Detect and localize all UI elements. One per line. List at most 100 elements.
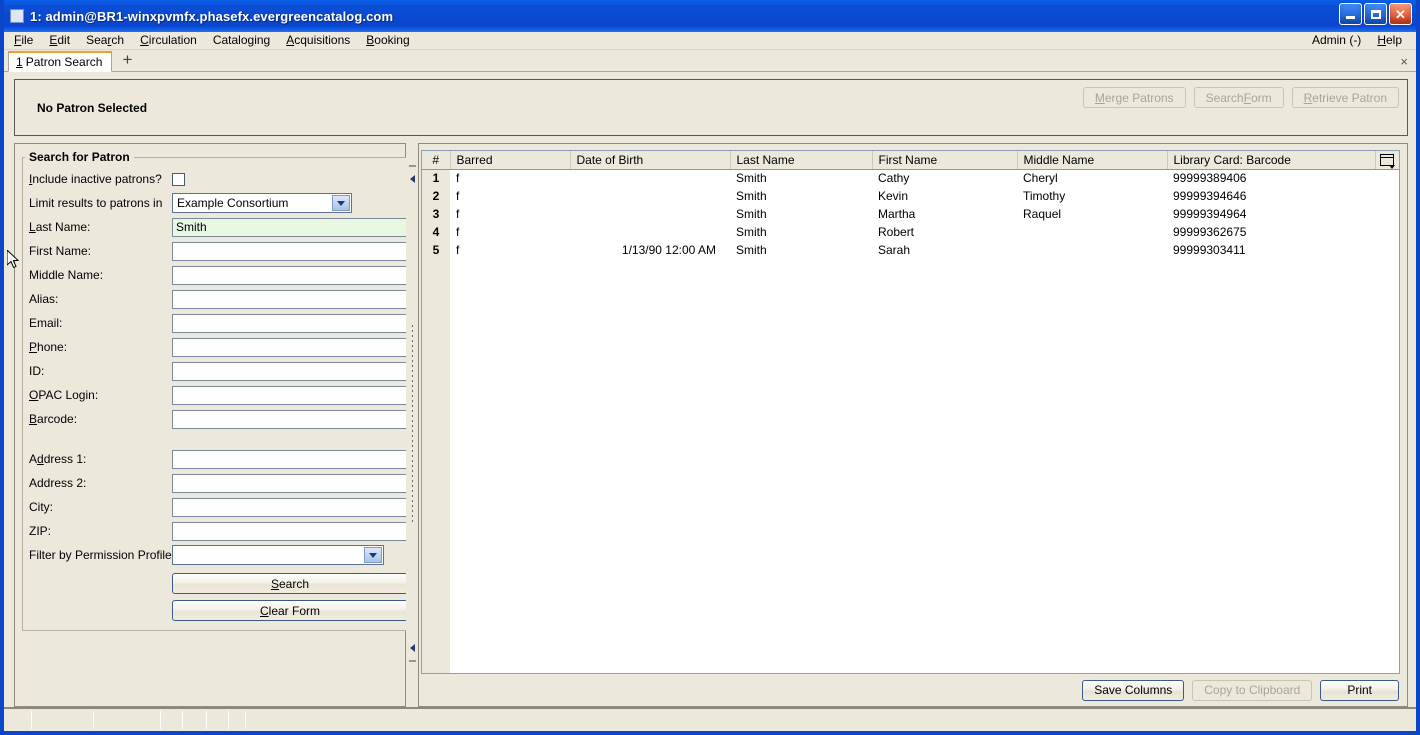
results-table: # Barred Date of Birth Last Name First N… bbox=[422, 151, 1399, 259]
splitter-nub-top bbox=[408, 165, 416, 167]
collapse-left-arrow-icon[interactable] bbox=[409, 175, 415, 183]
address2-row: Address 2: bbox=[23, 471, 408, 495]
clear-button-row: Clear Form bbox=[23, 600, 408, 621]
column-picker-button[interactable] bbox=[1375, 151, 1399, 170]
new-tab-button[interactable]: + bbox=[117, 50, 137, 70]
column-header-number[interactable]: # bbox=[422, 151, 451, 170]
status-segment-4 bbox=[161, 711, 183, 729]
tab-patron-search[interactable]: 1 Patron Search bbox=[8, 51, 113, 72]
main-body: Search for Patron Include inactive patro… bbox=[14, 143, 1408, 707]
cell-last-name: Smith bbox=[730, 169, 872, 187]
column-header-middle-name[interactable]: Middle Name bbox=[1017, 151, 1168, 170]
column-header-first-name[interactable]: First Name bbox=[872, 151, 1018, 170]
system-menu-icon[interactable] bbox=[10, 9, 24, 23]
menu-booking[interactable]: Booking bbox=[358, 32, 417, 49]
table-row[interactable]: 1 f Smith Cathy Cheryl 99999389406 bbox=[422, 169, 1399, 187]
limit-results-select[interactable]: Example Consortium bbox=[172, 193, 352, 213]
status-segment-1 bbox=[6, 711, 32, 729]
permission-profile-row: Filter by Permission Profile: bbox=[23, 543, 408, 567]
clear-form-button[interactable]: Clear Form bbox=[172, 600, 408, 621]
alias-label: Alias: bbox=[29, 292, 59, 306]
last-name-input[interactable] bbox=[172, 217, 408, 237]
menu-file[interactable]: File bbox=[10, 32, 41, 49]
merge-patrons-button[interactable]: Merge Patrons bbox=[1082, 87, 1186, 108]
title-bar: 1: admin@BR1-winxpvmfx.phasefx.evergreen… bbox=[4, 0, 1416, 32]
column-header-date-of-birth[interactable]: Date of Birth bbox=[570, 151, 731, 170]
barcode-input[interactable] bbox=[172, 409, 408, 429]
status-segment-7 bbox=[229, 711, 246, 729]
menu-edit-rest: dit bbox=[57, 33, 71, 47]
opac-login-label: OPAC Login: bbox=[29, 388, 99, 402]
column-header-barred[interactable]: Barred bbox=[450, 151, 571, 170]
email-input[interactable] bbox=[172, 313, 408, 333]
menu-circulation[interactable]: Circulation bbox=[132, 32, 205, 49]
cell-barcode: 99999389406 bbox=[1167, 169, 1375, 187]
cell-barred: f bbox=[450, 187, 570, 205]
status-segment-6 bbox=[207, 711, 229, 729]
table-row[interactable]: 2 f Smith Kevin Timothy 99999394646 bbox=[422, 187, 1399, 205]
column-header-library-card-barcode[interactable]: Library Card: Barcode bbox=[1167, 151, 1376, 170]
cell-middle-name: Raquel bbox=[1017, 205, 1167, 223]
form-spacer bbox=[23, 431, 408, 447]
middle-name-input[interactable] bbox=[172, 265, 408, 285]
cell-middle-name: Cheryl bbox=[1017, 169, 1167, 187]
save-columns-button[interactable]: Save Columns bbox=[1082, 679, 1185, 701]
column-header-last-name[interactable]: Last Name bbox=[730, 151, 873, 170]
row-number-gutter bbox=[422, 259, 450, 673]
maximize-button[interactable] bbox=[1364, 3, 1387, 25]
cell-date-of-birth: 1/13/90 12:00 AM bbox=[570, 241, 730, 259]
address2-label: Address 2: bbox=[29, 476, 87, 490]
table-row[interactable]: 3 f Smith Martha Raquel 99999394964 bbox=[422, 205, 1399, 223]
first-name-input[interactable] bbox=[172, 241, 408, 261]
menu-cataloging[interactable]: Cataloging bbox=[205, 32, 278, 49]
zip-row: ZIP: bbox=[23, 519, 408, 543]
city-row: City: bbox=[23, 495, 408, 519]
close-window-button[interactable]: ✕ bbox=[1389, 3, 1412, 25]
menu-admin[interactable]: Admin (-) bbox=[1308, 32, 1369, 49]
panel-splitter[interactable] bbox=[406, 143, 418, 707]
cell-last-name: Smith bbox=[730, 223, 872, 241]
menu-acquisitions[interactable]: Acquisitions bbox=[278, 32, 358, 49]
id-input[interactable] bbox=[172, 361, 408, 381]
address1-row: Address 1: bbox=[23, 447, 408, 471]
city-label: City: bbox=[29, 500, 53, 514]
zip-input[interactable] bbox=[172, 521, 408, 541]
include-inactive-label: Include inactive patrons? bbox=[29, 172, 162, 186]
print-button[interactable]: Print bbox=[1320, 679, 1399, 701]
copy-to-clipboard-button[interactable]: Copy to Clipboard bbox=[1192, 679, 1313, 701]
table-row[interactable]: 4 f Smith Robert 99999362675 bbox=[422, 223, 1399, 241]
cell-last-name: Smith bbox=[730, 187, 872, 205]
last-name-row: Last Name: bbox=[23, 215, 408, 239]
menu-bar-right: Admin (-) Help bbox=[1308, 32, 1410, 49]
maximize-icon bbox=[1370, 9, 1381, 19]
menu-edit[interactable]: Edit bbox=[41, 32, 78, 49]
table-row[interactable]: 5 f 1/13/90 12:00 AM Smith Sarah 9999930… bbox=[422, 241, 1399, 259]
menu-file-rest: ile bbox=[21, 33, 34, 47]
results-table-body: 1 f Smith Cathy Cheryl 99999389406 2 f S… bbox=[422, 169, 1399, 259]
cell-date-of-birth bbox=[570, 187, 730, 205]
menu-help[interactable]: Help bbox=[1369, 32, 1410, 49]
search-button[interactable]: Search bbox=[172, 573, 408, 594]
results-action-buttons: Save Columns Copy to Clipboard Print bbox=[419, 674, 1407, 706]
menu-search[interactable]: Search bbox=[78, 32, 132, 49]
cell-barred: f bbox=[450, 169, 570, 187]
address2-input[interactable] bbox=[172, 473, 408, 493]
search-form-button[interactable]: Search Form bbox=[1193, 87, 1284, 108]
include-inactive-checkbox[interactable] bbox=[172, 172, 185, 186]
cell-spacer bbox=[1375, 223, 1399, 241]
alias-input[interactable] bbox=[172, 289, 408, 309]
minimize-button[interactable] bbox=[1339, 3, 1362, 25]
patron-status-text: No Patron Selected bbox=[37, 100, 148, 115]
permission-profile-select[interactable] bbox=[172, 545, 384, 565]
splitter-nub-bottom bbox=[408, 660, 416, 662]
close-tab-button[interactable]: × bbox=[1400, 54, 1408, 69]
opac-login-input[interactable] bbox=[172, 385, 408, 405]
address1-input[interactable] bbox=[172, 449, 408, 469]
city-input[interactable] bbox=[172, 497, 408, 517]
phone-input[interactable] bbox=[172, 337, 408, 357]
collapse-left-arrow-icon-bottom[interactable] bbox=[409, 644, 415, 652]
cell-first-name: Cathy bbox=[872, 169, 1017, 187]
retrieve-patron-button[interactable]: Retrieve Patron bbox=[1291, 87, 1399, 108]
first-name-label: First Name: bbox=[29, 244, 92, 258]
chevron-down-icon bbox=[332, 195, 350, 211]
